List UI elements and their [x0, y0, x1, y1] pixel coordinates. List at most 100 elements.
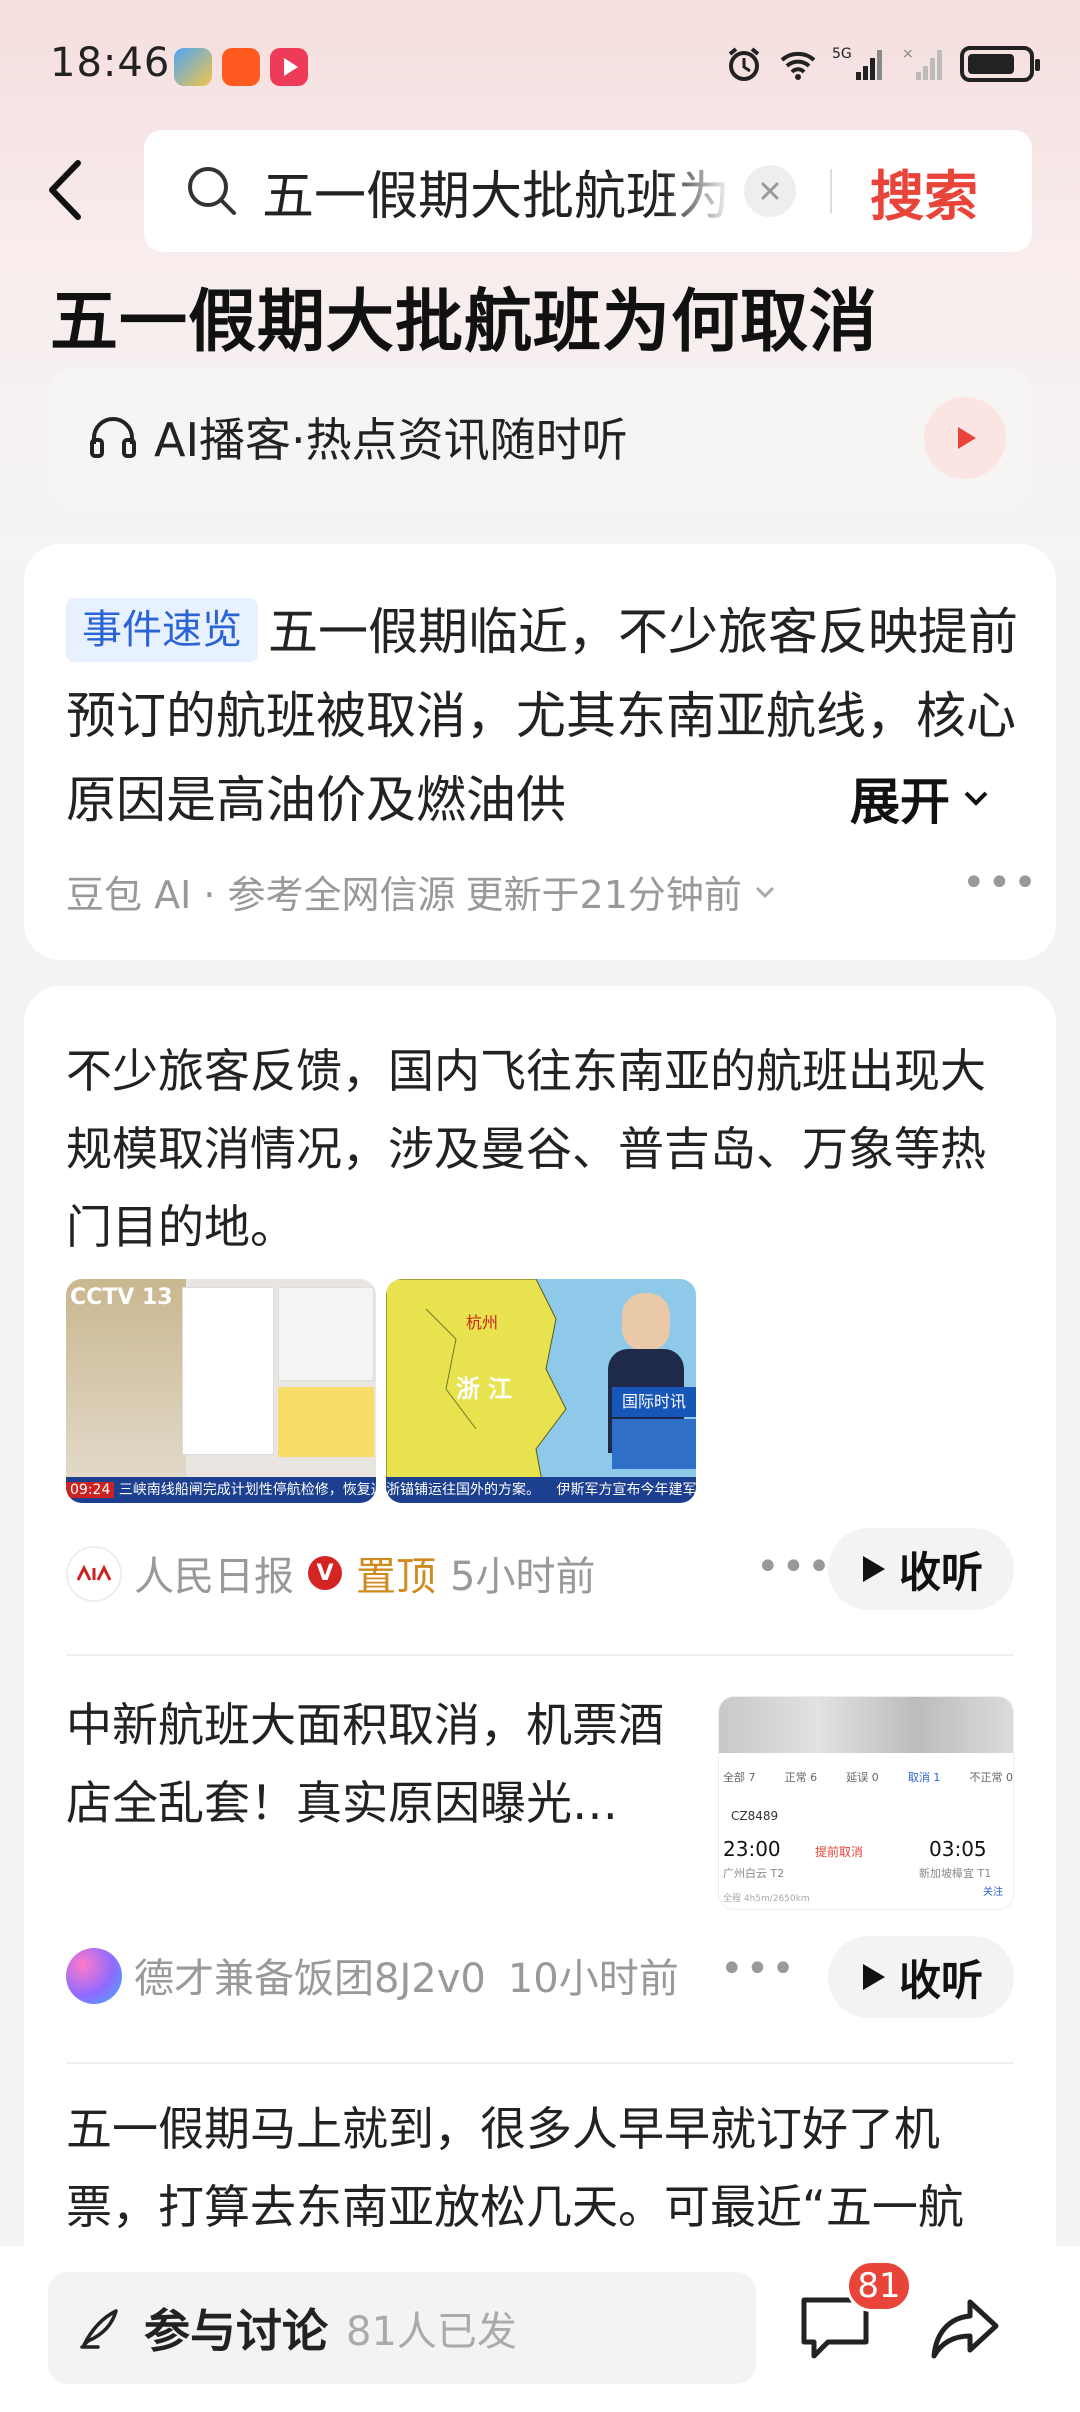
share-icon[interactable]: [926, 2290, 1004, 2366]
summary-source: 豆包 AI · 参考全网信源: [66, 873, 456, 917]
status-icons: 5G ×: [724, 44, 1040, 84]
summary-meta: 豆包 AI · 参考全网信源 更新于21分钟前: [66, 864, 778, 919]
feed-item-2-more-icon[interactable]: •••: [720, 1946, 797, 1992]
summary-fade: [704, 754, 874, 838]
flight-tab-delay: 延误 0: [846, 1771, 879, 1784]
flight-arr-airport: 新加坡樟宜 T1: [919, 1867, 992, 1880]
discuss-label: 参与讨论: [144, 2304, 328, 2358]
play-icon: [958, 427, 976, 449]
event-overview-tag: 事件速览: [66, 598, 258, 662]
ticker-text-3: 伊斯军方宣布今年建军节: [556, 1482, 696, 1498]
listen-label: 收听: [898, 1955, 983, 2005]
pen-icon: [80, 2309, 118, 2349]
post-time: 5小时前: [450, 1554, 596, 1600]
comment-count-badge: 81: [846, 2260, 912, 2312]
flight-tab-cancel: 取消 1: [907, 1771, 941, 1784]
chevron-down-icon: [964, 791, 988, 806]
flight-tabs: 全部 7 正常 6 延误 0 取消 1 不正常 0: [723, 1769, 1013, 1785]
flight-tab-normal: 正常 6: [784, 1771, 818, 1784]
feed-item-1-listen-button[interactable]: 收听: [828, 1528, 1014, 1610]
ticker-text-2: 浙锚铺运往国外的方案。: [386, 1482, 540, 1498]
alarm-icon: [728, 47, 760, 81]
listen-label: 收听: [898, 1547, 983, 1597]
expand-label: 展开: [850, 773, 950, 831]
weather-app-icon: [174, 48, 212, 86]
battery-icon: [960, 46, 1040, 82]
back-button[interactable]: [40, 150, 100, 230]
ai-summary-card[interactable]: 事件速览 五一假期临近，不少旅客反映提前预订的航班被取消，尤其东南亚航线，核心原因…: [24, 544, 1056, 960]
thumb-news-bg: [66, 1279, 186, 1503]
flight-dep-airport: 广州白云 T2: [723, 1867, 785, 1880]
headphone-icon: [90, 417, 136, 458]
bottom-bar: 参与讨论 81人已发 81: [0, 2246, 1080, 2412]
flight-info: 全程 4h5m/2650km: [723, 1894, 810, 1904]
feed-item-1-text[interactable]: 不少旅客反馈，国内飞往东南亚的航班出现大规模取消情况，涉及曼谷、普吉岛、万象等热…: [66, 1032, 1026, 1266]
search-input[interactable]: 五一假期大批航班为何取消: [262, 154, 732, 229]
feed-item-1-thumb-2[interactable]: 杭州 浙江 国际时讯 浙锚铺运往国外的方案。 伊斯军方宣布今年建军节: [386, 1279, 696, 1503]
feed-divider-1: [66, 1654, 1014, 1656]
video-app-icon: [270, 48, 308, 86]
thumb-doc-1: [182, 1287, 274, 1455]
feed-divider-2: [66, 2062, 1014, 2064]
flight-tab-abnormal: 不正常 0: [969, 1771, 1014, 1784]
feed-item-3-text[interactable]: 五一假期马上就到，很多人早早就订好了机票，打算去东南亚放松几天。可最近“五一航: [66, 2090, 1026, 2246]
discuss-count: 81人已发: [346, 2309, 517, 2355]
search-box[interactable]: 五一假期大批航班为何取消 搜索: [144, 130, 1032, 252]
feed-item-1-thumb-1[interactable]: CCTV 13 09:24 三峡南线船闸完成计划性停航检修，恢复通航: [66, 1279, 376, 1503]
user-avatar[interactable]: [66, 1948, 122, 2004]
feed-item-2-text[interactable]: 中新航班大面积取消，机票酒店全乱套！真实原因曝光…: [66, 1686, 706, 1842]
page-title: 五一假期大批航班为何取消: [50, 283, 879, 362]
signal-5g-icon: 5G: [832, 46, 882, 80]
summary-updated: 更新于21分钟前: [465, 873, 742, 917]
news-banner: 国际时讯: [612, 1387, 696, 1417]
wifi-icon: [780, 51, 816, 80]
map-city-label: 杭州: [466, 1313, 499, 1332]
back-arrow-icon: [49, 160, 81, 220]
ticker-text: 三峡南线船闸完成计划性停航检修，恢复通航: [118, 1482, 376, 1498]
verified-icon: V: [308, 1556, 342, 1590]
map-region-label: 浙江: [456, 1375, 520, 1403]
feed-item-2-listen-button[interactable]: 收听: [828, 1936, 1014, 2018]
flight-number: CZ8489: [731, 1809, 779, 1823]
renmin-ribao-avatar[interactable]: [66, 1546, 122, 1602]
signal-no-service-icon: ×: [902, 46, 942, 80]
play-small-icon: [862, 1964, 885, 1990]
flight-arr-time: 03:05: [929, 1837, 987, 1861]
search-button[interactable]: 搜索: [870, 152, 978, 231]
search-icon: [188, 167, 236, 215]
summary-more-icon[interactable]: •••: [962, 860, 1039, 906]
cctv-logo: CCTV 13: [70, 1285, 173, 1310]
expand-button[interactable]: 展开: [850, 762, 992, 834]
kuaishou-app-icon: [222, 48, 260, 86]
feed-item-1-meta: 人民日报 V 置顶 5小时前: [134, 1544, 595, 1602]
play-small-icon: [862, 1556, 885, 1582]
flight-dep-time: 23:00: [723, 1837, 781, 1861]
podcast-play-button[interactable]: [924, 397, 1006, 479]
thumb-ticker: 09:24 三峡南线船闸完成计划性停航检修，恢复通航: [66, 1477, 376, 1503]
clear-search-icon[interactable]: [744, 165, 796, 217]
thumb-ticker-2: 浙锚铺运往国外的方案。 伊斯军方宣布今年建军节: [386, 1477, 696, 1503]
search-divider: [830, 169, 832, 213]
post-time: 10小时前: [507, 1956, 679, 2002]
china-map-mini: [612, 1419, 696, 1469]
feed-card: 不少旅客反馈，国内飞往东南亚的航班出现大规模取消情况，涉及曼谷、普吉岛、万象等热…: [24, 986, 1056, 2412]
pinned-label: 置顶: [356, 1554, 436, 1600]
source-name[interactable]: 德才兼备饭团8J2v0: [134, 1946, 486, 2004]
feed-item-2-thumb[interactable]: 全部 7 正常 6 延误 0 取消 1 不正常 0 CZ8489 23:00 提…: [718, 1696, 1014, 1910]
flight-tab-all: 全部 7: [723, 1771, 756, 1784]
flight-follow: 关注: [983, 1887, 1003, 1898]
flight-status: 提前取消: [815, 1845, 864, 1859]
network-label: 5G: [832, 46, 852, 62]
source-name[interactable]: 人民日报: [134, 1544, 294, 1602]
status-time: 18:46: [50, 40, 171, 86]
podcast-label: AI播客·热点资讯随时听: [154, 413, 628, 467]
feed-item-2-meta: 德才兼备饭团8J2v0 10小时前: [134, 1946, 679, 2004]
ai-podcast-bar[interactable]: AI播客·热点资讯随时听: [48, 368, 1032, 506]
feed-item-1-more-icon[interactable]: •••: [756, 1544, 833, 1590]
news-banner-text: 国际时讯: [621, 1392, 686, 1411]
discussion-input[interactable]: 参与讨论 81人已发: [48, 2272, 756, 2384]
ticker-time: 09:24: [66, 1482, 115, 1498]
chevron-down-small-icon[interactable]: [752, 879, 778, 905]
renmin-logo-icon: [76, 1564, 112, 1581]
svg-text:×: ×: [902, 46, 914, 62]
